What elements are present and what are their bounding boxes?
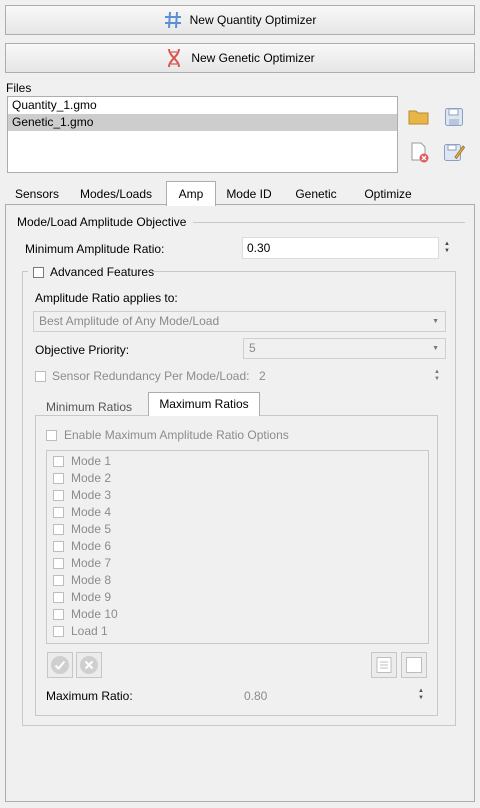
dna-icon (168, 48, 181, 68)
file-item[interactable]: Quantity_1.gmo (8, 97, 397, 114)
min-amp-ratio-input[interactable]: 0.30 (242, 237, 439, 259)
mode-label: Mode 6 (71, 539, 112, 553)
mode-checkbox[interactable] (53, 541, 64, 552)
tab-mode-id[interactable]: Mode ID (219, 183, 279, 205)
max-ratio-spinner-arrows[interactable]: ▲ ▼ (416, 688, 426, 702)
mode-checkbox[interactable] (53, 592, 64, 603)
save-icon[interactable] (442, 105, 466, 129)
new-quantity-optimizer-button[interactable]: New Quantity Optimizer (5, 5, 475, 35)
advanced-features-label: Advanced Features (50, 265, 155, 279)
sensor-redundancy-label: Sensor Redundancy Per Mode/Load: (52, 369, 250, 383)
hash-icon (164, 11, 181, 29)
uncheck-all-button[interactable] (76, 652, 102, 678)
new-genetic-optimizer-button[interactable]: New Genetic Optimizer (5, 43, 475, 73)
list-icon (376, 657, 392, 673)
sensor-redundancy-spinner-arrows[interactable]: ▲ ▼ (432, 369, 442, 383)
min-amp-ratio-label: Minimum Amplitude Ratio: (25, 242, 165, 256)
mode-label: Mode 4 (71, 505, 112, 519)
max-ratio-value[interactable]: 0.80 (244, 689, 267, 703)
sensor-redundancy-value[interactable]: 2 (259, 369, 266, 383)
check-all-button[interactable] (47, 652, 73, 678)
chevron-down-icon: ▼ (432, 318, 439, 325)
mode-label: Mode 10 (71, 607, 118, 621)
main-tabs: Sensors Modes/Loads Amp Mode ID Genetic … (5, 181, 475, 206)
files-list[interactable]: Quantity_1.gmo Genetic_1.gmo (7, 96, 398, 173)
list-view-button[interactable] (371, 652, 397, 678)
mode-checkbox[interactable] (53, 609, 64, 620)
max-ratio-label: Maximum Ratio: (46, 689, 133, 703)
save-as-icon[interactable] (442, 140, 466, 164)
tab-optimize[interactable]: Optimize (356, 183, 420, 205)
blank-view-button[interactable] (401, 652, 427, 678)
files-label: Files (6, 81, 32, 95)
mode-label: Mode 9 (71, 590, 112, 604)
mode-label: Mode 2 (71, 471, 112, 485)
mode-checkbox[interactable] (53, 626, 64, 637)
mode-checkbox[interactable] (53, 490, 64, 501)
subtab-minimum-ratios[interactable]: Minimum Ratios (37, 398, 141, 416)
enable-max-ratio-checkbox[interactable] (46, 430, 57, 441)
mode-label: Mode 5 (71, 522, 112, 536)
tab-modes-loads[interactable]: Modes/Loads (71, 183, 161, 205)
subtab-maximum-ratios[interactable]: Maximum Ratios (148, 392, 260, 416)
min-amp-spinner-arrows[interactable]: ▲ ▼ (442, 241, 452, 255)
tab-amp[interactable]: Amp (166, 181, 216, 206)
objective-priority-value: 5 (249, 341, 256, 355)
mode-checkbox[interactable] (53, 558, 64, 569)
objective-priority-select[interactable]: 5 ▼ (243, 338, 446, 359)
advanced-features-checkbox[interactable] (33, 267, 44, 278)
mode-label: Mode 1 (71, 454, 112, 468)
new-quantity-optimizer-label: New Quantity Optimizer (189, 13, 317, 27)
tab-genetic[interactable]: Genetic (287, 183, 345, 205)
mode-checkbox[interactable] (53, 507, 64, 518)
section-divider (193, 222, 465, 223)
applies-to-value: Best Amplitude of Any Mode/Load (39, 314, 220, 328)
section-title: Mode/Load Amplitude Objective (17, 215, 187, 229)
mode-label: Mode 3 (71, 488, 112, 502)
tab-sensors[interactable]: Sensors (9, 183, 65, 205)
chevron-down-icon: ▼ (432, 345, 439, 352)
mode-checkbox[interactable] (53, 524, 64, 535)
open-folder-icon[interactable] (407, 105, 431, 129)
mode-checkbox[interactable] (53, 456, 64, 467)
enable-max-ratio-label: Enable Maximum Amplitude Ratio Options (64, 428, 289, 442)
blank-page-icon (406, 657, 422, 673)
new-genetic-optimizer-label: New Genetic Optimizer (191, 51, 315, 65)
mode-label: Mode 8 (71, 573, 112, 587)
close-file-icon[interactable] (407, 140, 431, 164)
check-icon (51, 656, 69, 674)
mode-checkbox[interactable] (53, 575, 64, 586)
mode-checkbox[interactable] (53, 473, 64, 484)
clear-icon (80, 656, 98, 674)
modes-list[interactable]: Mode 1 Mode 2 Mode 3 Mode 4 Mode 5 Mode … (46, 450, 429, 644)
applies-to-label: Amplitude Ratio applies to: (35, 291, 178, 305)
mode-label: Load 1 (71, 624, 108, 638)
applies-to-select[interactable]: Best Amplitude of Any Mode/Load ▼ (33, 311, 446, 332)
mode-label: Mode 7 (71, 556, 112, 570)
file-item-selected[interactable]: Genetic_1.gmo (8, 114, 397, 131)
objective-priority-label: Objective Priority: (35, 343, 130, 357)
sensor-redundancy-checkbox[interactable] (35, 371, 46, 382)
